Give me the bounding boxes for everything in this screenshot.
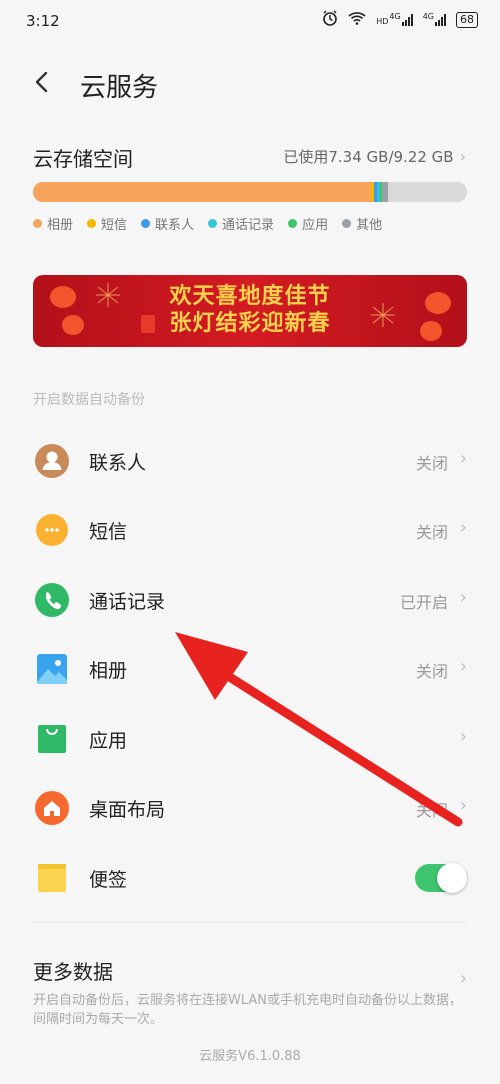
row-label: 联系人: [89, 452, 147, 474]
row-status: 关闭: [415, 454, 448, 473]
signal-1-icon: HD 4G: [376, 12, 413, 26]
storage-used-link[interactable]: 已使用7.34 GB/9.22 GB ›: [283, 146, 466, 167]
legend-item: 其他: [342, 214, 382, 233]
legend-dot-icon: [33, 219, 42, 228]
header: 云服务: [0, 55, 500, 115]
legend-label: 应用: [302, 218, 329, 233]
legend-dot-icon: [208, 219, 218, 228]
row-label: 桌面布局: [89, 799, 166, 821]
more-data-description: 开启自动备份后，云服务将在连接WLAN或手机充电时自动备份以上数据，间隔时间为每…: [33, 993, 463, 1027]
battery-icon: 68: [456, 12, 478, 28]
home-icon: [35, 791, 69, 825]
status-bar: 3:12 HD 4G 4G 68: [0, 0, 500, 44]
storage-title: 云存储空间: [33, 147, 133, 171]
hd-label: HD: [376, 17, 389, 26]
row-status: 关闭: [415, 523, 448, 542]
album-icon: [35, 652, 69, 686]
signal-2-icon: 4G: [422, 12, 446, 26]
more-data-title[interactable]: 更多数据: [33, 956, 113, 985]
legend-item: 短信: [87, 214, 127, 233]
backup-item-desktop-layout[interactable]: 桌面布局 关闭 ›: [0, 773, 500, 843]
signal-1-label: 4G: [389, 12, 401, 21]
legend-dot-icon: [288, 219, 298, 228]
legend-label: 相册: [47, 218, 74, 233]
toggle-knob: [437, 863, 467, 893]
legend-dot-icon: [141, 219, 151, 228]
legend-item: 通话记录: [208, 214, 274, 233]
legend-label: 联系人: [155, 218, 195, 233]
row-label: 相册: [89, 660, 128, 682]
note-icon: [35, 861, 69, 895]
backup-item-album[interactable]: 相册 关闭 ›: [0, 634, 500, 704]
backup-item-app[interactable]: 应用 ›: [0, 704, 500, 774]
app-icon: [35, 722, 69, 756]
row-label: 应用: [89, 730, 128, 752]
phone-icon: [35, 583, 69, 617]
promo-banner[interactable]: 欢天喜地度佳节 张灯结彩迎新春: [33, 275, 467, 347]
status-icons: HD 4G 4G 68: [322, 10, 478, 30]
storage-bar-album: [33, 182, 371, 202]
row-status: 关闭: [415, 662, 448, 681]
divider: [33, 922, 467, 923]
legend-dot-icon: [87, 219, 97, 228]
page-title: 云服务: [80, 73, 159, 103]
storage-used-text: 已使用7.34 GB/9.22 GB: [283, 148, 454, 166]
legend-item: 相册: [33, 214, 73, 233]
legend-label: 通话记录: [222, 218, 275, 233]
row-status: 关闭: [415, 801, 448, 820]
chevron-right-icon: ›: [459, 587, 467, 608]
chevron-right-icon: ›: [459, 656, 467, 677]
chevron-right-icon: ›: [459, 795, 467, 816]
legend-item: 应用: [288, 214, 328, 233]
chevron-right-icon[interactable]: ›: [460, 968, 467, 989]
legend-label: 其他: [356, 218, 383, 233]
row-label: 短信: [89, 521, 128, 543]
banner-text: 欢天喜地度佳节 张灯结彩迎新春: [33, 283, 467, 337]
notes-toggle[interactable]: [415, 863, 467, 893]
contact-icon: [35, 444, 69, 478]
storage-legend: 相册 短信 联系人 通话记录 应用 其他: [33, 214, 382, 233]
row-status: 已开启: [399, 593, 448, 612]
sms-icon: [35, 513, 69, 547]
legend-label: 短信: [101, 218, 128, 233]
chevron-right-icon: ›: [459, 726, 467, 747]
legend-dot-icon: [342, 219, 352, 228]
storage-bar: [33, 182, 467, 202]
backup-item-notes[interactable]: 便签: [0, 843, 500, 913]
section-label: 开启数据自动备份: [33, 392, 145, 408]
row-label: 通话记录: [89, 591, 166, 613]
backup-item-calllog[interactable]: 通话记录 已开启 ›: [0, 565, 500, 635]
legend-item: 联系人: [141, 214, 194, 233]
wifi-icon: [348, 11, 366, 29]
chevron-right-icon: ›: [459, 517, 467, 538]
back-arrow-icon[interactable]: [30, 67, 56, 97]
backup-item-sms[interactable]: 短信 关闭 ›: [0, 495, 500, 565]
row-label: 便签: [89, 869, 128, 891]
version-text: 云服务V6.1.0.88: [199, 1049, 301, 1064]
storage-bar-other: [382, 182, 388, 202]
banner-line2: 张灯结彩迎新春: [169, 311, 331, 336]
status-time: 3:12: [26, 12, 60, 30]
chevron-right-icon: ›: [459, 147, 466, 166]
signal-2-label: 4G: [422, 12, 434, 21]
alarm-icon: [322, 10, 338, 30]
chevron-right-icon: ›: [459, 448, 467, 469]
backup-item-contacts[interactable]: 联系人 关闭 ›: [0, 426, 500, 496]
banner-line1: 欢天喜地度佳节: [169, 284, 331, 309]
